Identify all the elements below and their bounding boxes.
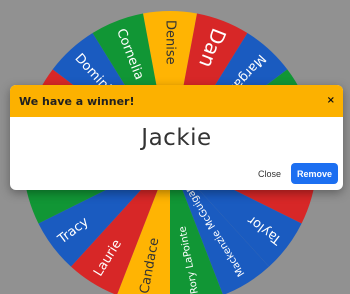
winner-dialog: We have a winner! × Jackie Close Remove: [10, 85, 343, 190]
dialog-title: We have a winner!: [19, 94, 135, 108]
dialog-footer: Close Remove: [255, 163, 338, 184]
close-icon[interactable]: ×: [327, 96, 335, 106]
dialog-header: We have a winner! ×: [10, 85, 343, 117]
winner-name: Jackie: [141, 125, 212, 151]
remove-button[interactable]: Remove: [290, 163, 338, 184]
wheel-label: Denise: [163, 20, 178, 65]
close-button[interactable]: Close: [255, 165, 284, 183]
